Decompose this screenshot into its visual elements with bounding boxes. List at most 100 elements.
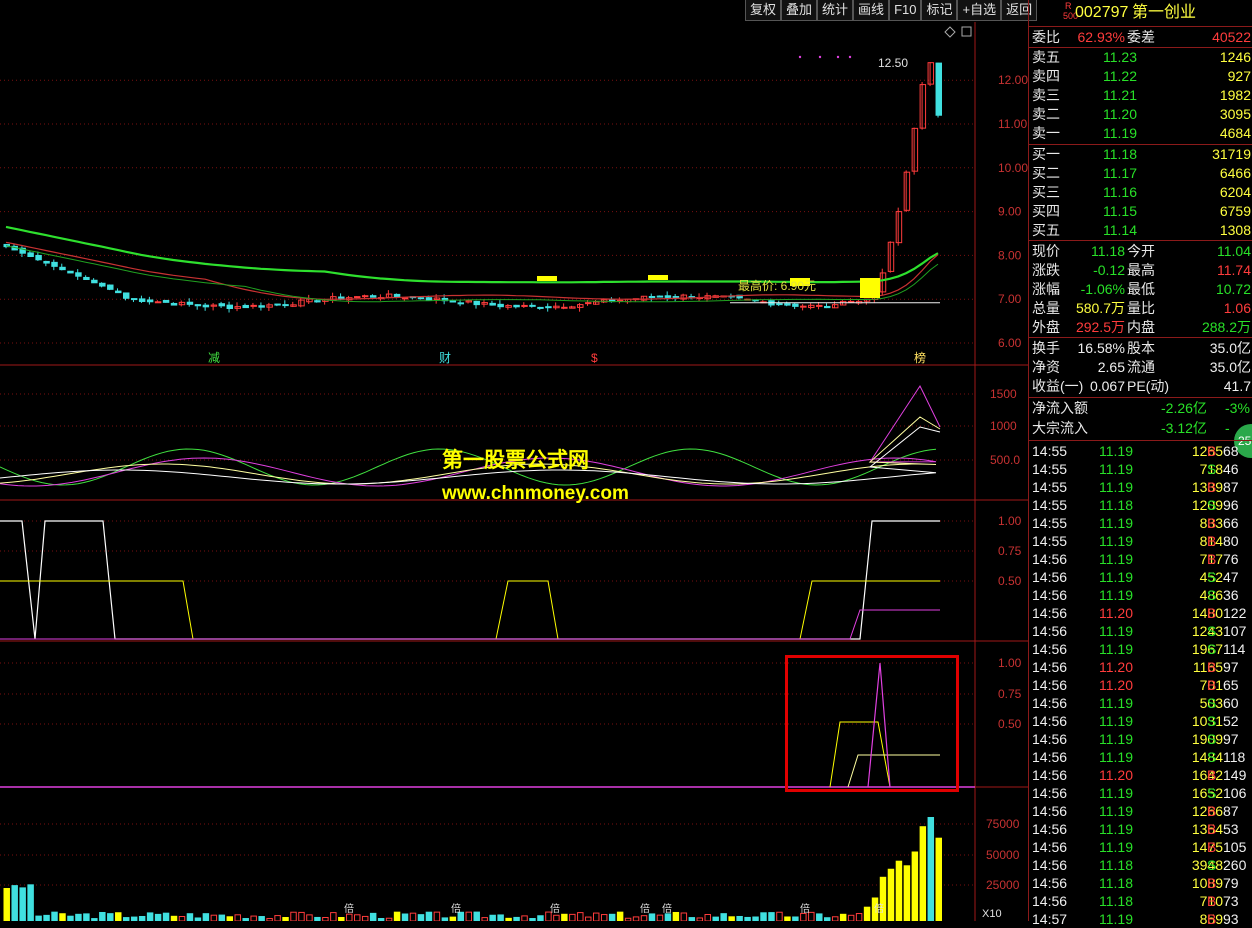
volume-bar	[210, 914, 218, 921]
volume-bar	[290, 911, 297, 921]
candle-body	[122, 292, 130, 299]
candle-body	[577, 304, 584, 308]
volume-bar	[83, 913, 90, 921]
trade-side: S	[1207, 641, 1217, 657]
volume-mark: 倍	[874, 902, 884, 915]
trade-row: 14:56 11.19 1031 S 52	[1029, 712, 1252, 730]
flow-label: 净流入额	[1032, 400, 1088, 416]
trade-price: 11.20	[1099, 677, 1133, 693]
volume-bar	[656, 914, 664, 921]
volume-bar	[59, 913, 66, 921]
trade-time: 14:56	[1032, 803, 1068, 819]
volume-bar	[465, 911, 473, 921]
ask-volume: 1246	[1219, 49, 1251, 65]
toolbar-button[interactable]: 复权	[745, 0, 782, 21]
vol-tick-label: 50000	[986, 848, 1020, 862]
volume-bar	[401, 913, 409, 921]
candle-body	[816, 304, 823, 307]
candle-body	[282, 304, 289, 307]
toolbar-button[interactable]: 画线	[853, 0, 890, 21]
volume-bar	[792, 916, 799, 921]
price-tick-label: 6.00	[998, 336, 1022, 350]
fund-value: 41.7	[1223, 378, 1251, 394]
trade-count: 87	[1223, 479, 1239, 495]
trade-time: 14:55	[1032, 497, 1068, 513]
event-marker: 榜	[914, 350, 926, 365]
volume-mark: 倍	[550, 902, 560, 915]
volume-bar	[919, 826, 927, 921]
signal-marker	[648, 275, 668, 280]
candle-body	[545, 306, 552, 309]
price-tick-label: 9.00	[998, 205, 1022, 219]
trade-price: 11.19	[1099, 731, 1133, 747]
trade-time: 14:57	[1032, 911, 1068, 927]
top-price-marker: 12.50	[878, 56, 908, 70]
bid-level-row: 买二 11.17 6466	[1029, 164, 1252, 183]
quote-row: 涨跌 -0.12 最高 11.74	[1029, 261, 1252, 280]
candle-body	[935, 62, 942, 116]
candle-body	[369, 295, 377, 298]
bid-price: 11.14	[1103, 222, 1137, 238]
fund-label: 换手	[1032, 340, 1060, 356]
volume-bar	[481, 917, 488, 921]
volume-bar	[298, 911, 305, 921]
trade-row: 14:55 11.19 1265 B 68	[1029, 442, 1252, 460]
quote-value: 580.7万	[1075, 300, 1125, 316]
trade-time: 14:56	[1032, 731, 1068, 747]
trade-time: 14:55	[1032, 515, 1068, 531]
fund-label: 收益(一)	[1032, 378, 1084, 394]
toolbar-button[interactable]: F10	[889, 0, 922, 21]
price-tick-label: 8.00	[998, 248, 1022, 262]
volume-bar	[107, 913, 114, 921]
ind1-tick-label: 500.0	[990, 453, 1020, 467]
trade-row: 14:56 11.20 1480 B 122	[1029, 604, 1252, 622]
trade-price: 11.19	[1099, 749, 1133, 765]
dot-marker	[836, 55, 840, 59]
trade-row: 14:56 11.19 503 S 60	[1029, 694, 1252, 712]
toolbar-button[interactable]: 标记	[921, 0, 958, 21]
quote-label: 内盘	[1127, 319, 1155, 335]
volume-bar	[672, 911, 680, 921]
trade-time: 14:55	[1032, 479, 1068, 495]
volume-bar	[600, 914, 608, 921]
candle-body	[226, 304, 234, 309]
volume-bar	[417, 914, 425, 921]
candle-body	[505, 305, 512, 308]
toolbar-button[interactable]: +自选	[957, 0, 1002, 21]
volume-bar	[831, 916, 839, 921]
trade-time: 14:56	[1032, 551, 1068, 567]
trade-row: 14:56 11.19 717 B 76	[1029, 550, 1252, 568]
trade-count: 36	[1223, 587, 1239, 603]
trade-side: B	[1207, 911, 1217, 927]
trade-count: 73	[1223, 893, 1239, 909]
bid-level-row: 买五 11.14 1308	[1029, 221, 1252, 240]
volume-bar	[847, 914, 855, 921]
ask-label: 卖二	[1032, 106, 1060, 122]
fund-label: 净资	[1032, 359, 1060, 375]
trade-row: 14:57 11.19 859 B 93	[1029, 910, 1252, 928]
candle-body	[250, 304, 257, 307]
ask-label: 卖四	[1032, 68, 1060, 84]
candle-body	[903, 171, 911, 211]
trade-price: 11.19	[1099, 785, 1133, 801]
volume-bar	[425, 911, 433, 921]
volume-bar	[720, 913, 727, 921]
vol-tick-label: 75000	[986, 817, 1020, 831]
highlight-box	[785, 655, 959, 792]
candle-body	[831, 304, 839, 309]
stock-header[interactable]: R 500 002797 第一创业	[1029, 2, 1252, 24]
toolbar-button[interactable]: 统计	[817, 0, 854, 21]
candle-body	[919, 84, 927, 129]
trade-price: 11.19	[1099, 839, 1133, 855]
toolbar-button[interactable]: 叠加	[781, 0, 818, 21]
trade-count: 52	[1223, 713, 1239, 729]
trade-row: 14:55 11.19 833 B 66	[1029, 514, 1252, 532]
trade-time: 14:56	[1032, 569, 1068, 585]
ask-price: 11.20	[1103, 106, 1137, 122]
trade-count: 80	[1223, 533, 1239, 549]
volume-bar	[768, 912, 775, 921]
trade-time: 14:56	[1032, 767, 1068, 783]
bid-volume: 31719	[1212, 146, 1251, 162]
stock-badge-top: R	[1065, 1, 1072, 11]
trade-side: B	[1207, 821, 1217, 837]
